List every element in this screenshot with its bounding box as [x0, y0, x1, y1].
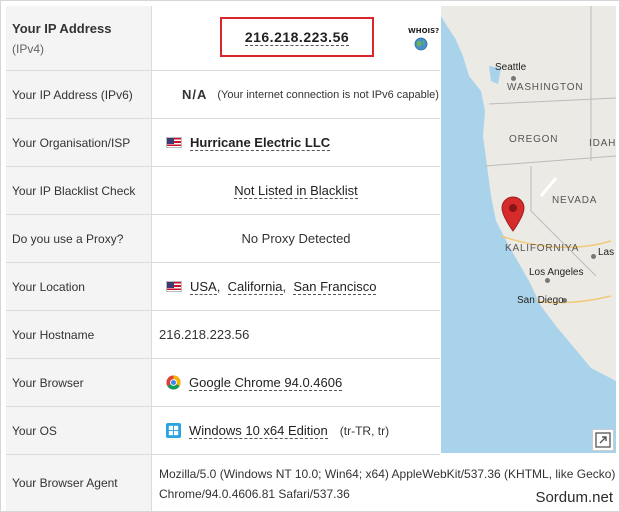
- city-link[interactable]: San Francisco: [293, 279, 377, 295]
- row-ipv6: Your IP Address (IPv6) N/A (Your interne…: [6, 71, 440, 119]
- map-state-idaho: IDAHO: [589, 138, 616, 149]
- map-city-san-diego: San Diego: [517, 295, 564, 306]
- browser-agent-label: Your Browser Agent: [6, 455, 152, 511]
- proxy-value-cell: No Proxy Detected: [152, 215, 440, 262]
- row-hostname: Your Hostname 216.218.223.56: [6, 311, 440, 359]
- ipv4-value[interactable]: 216.218.223.56: [244, 29, 350, 46]
- watermark: Sordum.net: [535, 489, 613, 506]
- expand-icon: [595, 432, 611, 448]
- os-label: Your OS: [6, 407, 152, 454]
- chrome-icon: [166, 375, 181, 390]
- location-value-cell: USA, California, San Francisco: [152, 263, 440, 310]
- ipv6-value-cell: N/A (Your internet connection is not IPv…: [152, 71, 440, 118]
- blacklist-value-cell: Not Listed in Blacklist: [152, 167, 440, 214]
- row-location: Your Location USA, California, San Franc…: [6, 263, 440, 311]
- row-blacklist: Your IP Blacklist Check Not Listed in Bl…: [6, 167, 440, 215]
- map-land: [441, 6, 616, 381]
- hostname-label: Your Hostname: [6, 311, 152, 358]
- usa-flag-icon: [166, 281, 182, 292]
- globe-icon: [414, 37, 428, 51]
- isp-link[interactable]: Hurricane Electric LLC: [190, 135, 331, 151]
- proxy-value: No Proxy Detected: [241, 231, 351, 246]
- whois-text: WHOIS?: [408, 27, 440, 35]
- os-value-cell: Windows 10 x64 Edition (tr-TR, tr): [152, 407, 440, 454]
- isp-value-cell: Hurricane Electric LLC: [152, 119, 440, 166]
- map-state-oregon: OREGON: [509, 134, 559, 145]
- blacklist-link[interactable]: Not Listed in Blacklist: [234, 183, 358, 199]
- hostname-value-cell: 216.218.223.56: [152, 311, 440, 358]
- ip-info-panel: Your IP Address (IPv4) 216.218.223.56 WH…: [0, 0, 620, 512]
- row-os: Your OS Windows 10 x64 Edition (tr-TR, t…: [6, 407, 440, 455]
- browser-value-cell: Google Chrome 94.0.4606: [152, 359, 440, 406]
- city-dot-las: [591, 254, 596, 259]
- row-browser-agent: Your Browser Agent Mozilla/5.0 (Windows …: [6, 455, 619, 511]
- ipv6-value: N/A: [182, 87, 208, 102]
- ipv4-label-text: Your IP Address: [12, 20, 112, 36]
- city-dot-seattle: [511, 76, 516, 81]
- browser-agent-line1: Mozilla/5.0 (Windows NT 10.0; Win64; x64…: [159, 467, 616, 481]
- map-state-washington: WASHINGTON: [507, 82, 584, 93]
- location-map[interactable]: WASHINGTON OREGON IDAHO NEVADA KALIFORNI…: [441, 6, 616, 453]
- map-state-california: KALIFORNIYA: [505, 243, 580, 254]
- blacklist-label: Your IP Blacklist Check: [6, 167, 152, 214]
- city-dot-los-angeles: [545, 278, 550, 283]
- row-isp: Your Organisation/ISP Hurricane Electric…: [6, 119, 440, 167]
- location-pin-icon[interactable]: [500, 196, 526, 232]
- browser-link[interactable]: Google Chrome 94.0.4606: [189, 375, 343, 391]
- hostname-value: 216.218.223.56: [159, 327, 250, 342]
- ipv4-value-highlight: 216.218.223.56: [220, 17, 374, 57]
- os-locale: (tr-TR, tr): [339, 423, 390, 438]
- isp-label: Your Organisation/ISP: [6, 119, 152, 166]
- ipv4-sublabel: (IPv4): [12, 41, 45, 56]
- fullscreen-button[interactable]: [592, 429, 614, 451]
- region-link[interactable]: California: [227, 279, 283, 295]
- ipv6-label: Your IP Address (IPv6): [6, 71, 152, 118]
- map-city-seattle: Seattle: [495, 62, 527, 73]
- proxy-label: Do you use a Proxy?: [6, 215, 152, 262]
- map-city-los-angeles: Los Angeles: [529, 267, 584, 278]
- whois-link[interactable]: WHOIS?: [408, 27, 440, 53]
- row-ipv4: Your IP Address (IPv4) 216.218.223.56 WH…: [6, 6, 440, 71]
- ipv4-label: Your IP Address (IPv4): [6, 6, 152, 70]
- os-link[interactable]: Windows 10 x64 Edition: [189, 423, 328, 439]
- country-link[interactable]: USA: [190, 279, 217, 295]
- browser-label: Your Browser: [6, 359, 152, 406]
- map-city-las: Las: [598, 247, 615, 258]
- row-proxy: Do you use a Proxy? No Proxy Detected: [6, 215, 440, 263]
- ipv6-note: (Your internet connection is not IPv6 ca…: [217, 88, 439, 101]
- location-label: Your Location: [6, 263, 152, 310]
- windows-icon: [166, 423, 181, 438]
- row-browser: Your Browser Google Chrome 94.0.4606: [6, 359, 440, 407]
- map-state-nevada: NEVADA: [552, 195, 598, 206]
- usa-flag-icon: [166, 137, 182, 148]
